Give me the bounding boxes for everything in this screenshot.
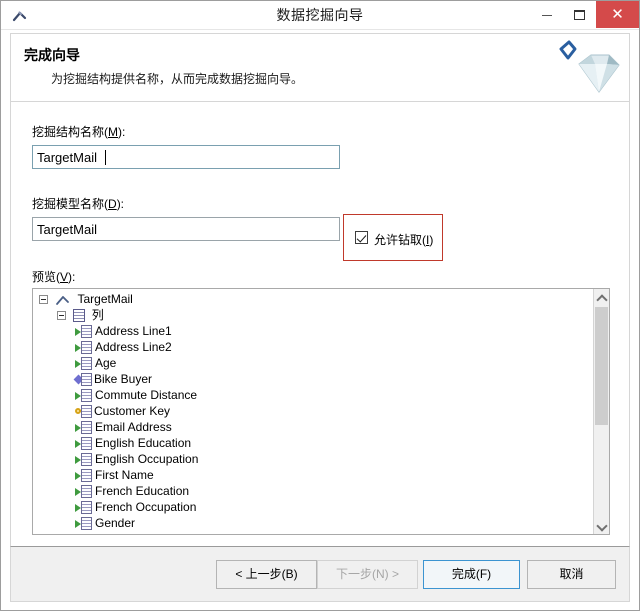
tree-node-label: Commute Distance [95,388,198,402]
maximize-icon [574,10,585,20]
tree-node-column[interactable]: First Name [33,468,595,484]
tree-node-label: Address Line2 [95,340,172,354]
column-icon [75,389,92,403]
allow-drill-through-checkbox[interactable] [355,231,368,244]
tree-node-root[interactable]: TargetMail [33,292,595,308]
chevron-up-icon [596,294,608,306]
tree-node-column[interactable]: French Occupation [33,500,595,516]
tree-node-column[interactable]: Commute Distance [33,388,595,404]
tree-node-label: English Occupation [95,452,199,466]
mining-structure-name-input[interactable] [32,145,340,169]
wizard-body: 挖掘结构名称(M): 挖掘模型名称(D): 允许钻取(I) 预览(V): Tar… [10,102,630,546]
tree-node-label: Address Line1 [95,324,172,338]
collapse-toggle-icon[interactable] [57,311,66,321]
minimize-icon [542,15,552,16]
text-caret [105,150,106,165]
tree-column-list: Address Line1 Address Line2 Age Bike Buyer C… [33,324,595,532]
preview-tree-panel: TargetMail 列 Address Line1 Address Line2 A… [32,288,610,535]
tree-node-column[interactable]: Bike Buyer [33,372,595,388]
collapse-toggle-icon[interactable] [39,295,48,305]
tree-vertical-scrollbar[interactable] [593,289,609,534]
column-icon [75,341,92,355]
tree-node-column[interactable]: Customer Key [33,404,595,420]
predict-column-icon [73,372,92,387]
tree-node-column[interactable]: French Education [33,484,595,500]
tree-node-label: 列 [91,308,104,322]
wizard-header: 完成向导 为挖掘结构提供名称，从而完成数据挖掘向导。 [10,33,630,102]
preview-label: 预览(V): [32,270,76,284]
button-bar: < 上一步(B) 下一步(N) > 完成(F) 取消 [10,546,630,602]
tree-node-column[interactable]: Gender [33,516,595,532]
title-bar: 数据挖掘向导 ✕ [1,1,639,30]
column-icon [75,517,92,531]
pickaxe-icon [55,293,71,307]
column-icon [75,453,92,467]
model-name-label: 挖掘模型名称(D): [32,197,125,211]
tree-node-label: TargetMail [77,292,133,306]
tree-node-label: Bike Buyer [94,372,153,386]
page-subtitle: 为挖掘结构提供名称，从而完成数据挖掘向导。 [51,72,304,86]
cancel-button[interactable]: 取消 [527,560,616,589]
back-button[interactable]: < 上一步(B) [216,560,317,589]
close-button[interactable]: ✕ [596,1,639,28]
column-icon [75,485,92,499]
preview-tree[interactable]: TargetMail 列 Address Line1 Address Line2 A… [33,289,595,534]
allow-drill-through-label: 允许钻取(I) [374,233,434,247]
tree-node-column[interactable]: Age [33,356,595,372]
structure-name-label: 挖掘结构名称(M): [32,125,126,139]
table-icon [73,309,86,323]
tree-node-label: Customer Key [94,404,171,418]
maximize-button[interactable] [564,1,594,28]
tree-node-column[interactable]: Address Line2 [33,340,595,356]
tree-node-label: Age [95,356,117,370]
tree-node-column[interactable]: English Education [33,436,595,452]
tree-node-label: English Education [95,436,192,450]
tree-node-label: First Name [95,468,154,482]
tree-node-label: Email Address [95,420,172,434]
finish-button[interactable]: 完成(F) [423,560,520,589]
tree-node-label: Gender [95,516,136,530]
next-button: 下一步(N) > [317,560,418,589]
tree-node-label: French Education [95,484,190,498]
tree-node-label: French Occupation [95,500,197,514]
column-icon [75,421,92,435]
scrollbar-thumb[interactable] [595,307,608,425]
key-column-icon [75,404,92,419]
chevron-down-icon [596,520,608,532]
column-icon [75,501,92,515]
data-mining-wizard-dialog: 数据挖掘向导 ✕ 完成向导 为挖掘结构提供名称，从而完成数据挖掘向导。 挖掘结构… [0,0,640,611]
minimize-button[interactable] [532,1,562,28]
tree-node-column[interactable]: Address Line1 [33,324,595,340]
diamond-icon [553,36,623,100]
tree-node-columns-group[interactable]: 列 [33,308,595,324]
scroll-up-button[interactable] [594,289,609,306]
tree-node-column[interactable]: Email Address [33,420,595,436]
page-title: 完成向导 [24,47,80,63]
tree-node-column[interactable]: English Occupation [33,452,595,468]
mining-model-name-input[interactable] [32,217,340,241]
column-icon [75,437,92,451]
column-icon [75,325,92,339]
column-icon [75,469,92,483]
column-icon [75,357,92,371]
close-icon: ✕ [611,5,624,23]
allow-drill-through-highlight: 允许钻取(I) [343,214,443,261]
scroll-down-button[interactable] [594,517,609,534]
